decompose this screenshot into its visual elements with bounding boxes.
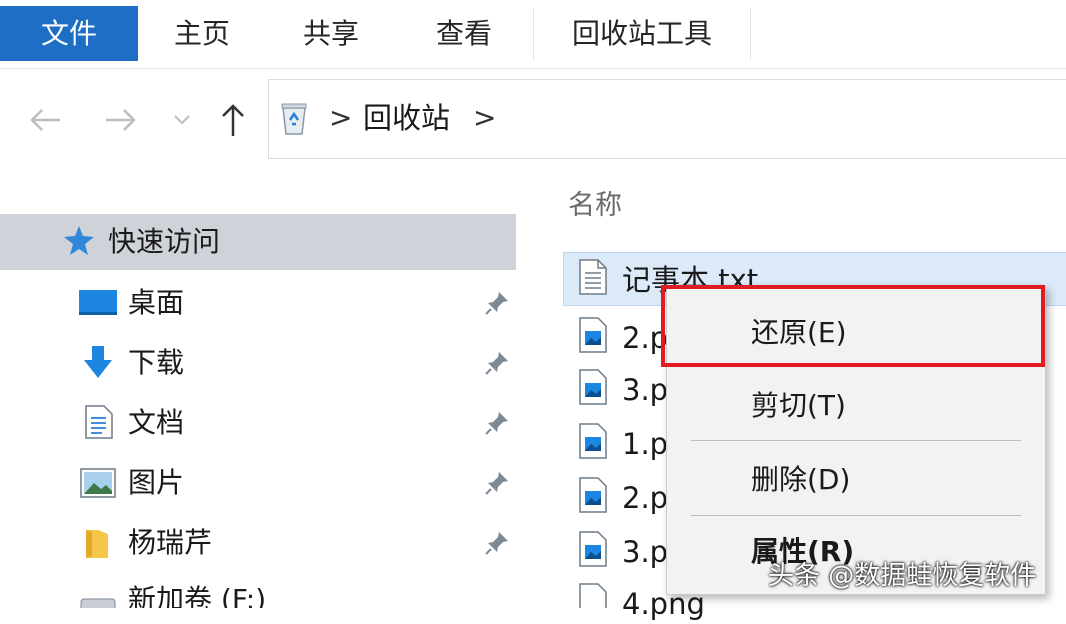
sidebar-item-pictures[interactable]: 图片 [0,454,516,512]
breadcrumb-recycle-bin[interactable]: 回收站 [363,98,450,138]
sidebar-item-label: 下载 [128,346,185,379]
forward-button[interactable] [104,100,138,149]
star-icon [62,224,96,262]
desktop-icon [78,288,118,322]
menu-item-delete[interactable]: 删除(D) [751,460,850,500]
pictures-icon [80,468,116,502]
tab-file[interactable]: 文件 [0,6,138,61]
tab-home[interactable]: 主页 [138,8,266,60]
sidebar-item-drive-f[interactable]: 新加卷 (F:) [0,574,516,608]
arrow-up-icon [222,104,244,136]
drive-icon [80,596,116,608]
address-bar[interactable]: > 回收站 > [268,79,1066,159]
address-separator[interactable]: > [473,98,496,138]
recent-locations-button[interactable] [172,100,192,149]
image-file-icon [578,368,608,410]
pin-icon[interactable] [484,290,510,316]
sidebar-item-label: 文档 [128,406,185,439]
sidebar-item-documents[interactable]: 文档 [0,394,516,452]
sidebar-item-downloads[interactable]: 下载 [0,334,516,392]
sidebar-item-label: 图片 [128,466,185,499]
image-file-icon [578,530,608,572]
pin-icon[interactable] [484,410,510,436]
ribbon: 文件 主页 共享 查看 回收站工具 [0,0,1066,69]
back-button[interactable] [28,100,62,149]
sidebar-item-label: 快速访问 [108,225,221,258]
address-separator[interactable]: > [329,98,352,138]
sidebar-item-label: 桌面 [128,286,185,319]
menu-divider [691,515,1021,516]
chevron-down-icon [174,115,190,125]
arrow-left-icon [30,109,60,131]
watermark: 头条 @数据蛙恢复软件 [768,561,1037,591]
folder-icon [84,526,110,564]
up-button[interactable] [218,100,248,149]
recycle-bin-icon [279,100,309,140]
sidebar-item-label: 新加卷 (F:) [128,583,267,608]
image-file-icon [578,582,608,608]
pin-icon[interactable] [484,470,510,496]
highlight-box [661,285,1045,367]
download-icon [80,344,116,384]
column-header-name[interactable]: 名称 [568,186,622,226]
arrow-right-icon [106,109,136,131]
menu-divider [691,440,1021,441]
menu-item-cut[interactable]: 剪切(T) [751,386,846,426]
image-file-icon [578,476,608,518]
tab-share[interactable]: 共享 [266,8,396,60]
sidebar-item-desktop[interactable]: 桌面 [0,274,516,332]
pin-icon[interactable] [484,530,510,556]
tab-view[interactable]: 查看 [396,8,532,60]
sidebar-item-folder[interactable]: 杨瑞芹 [0,514,516,572]
image-file-icon [578,316,608,358]
image-file-icon [578,422,608,464]
tab-recycle-bin-tools[interactable]: 回收站工具 [533,8,751,60]
pin-icon[interactable] [484,350,510,376]
sidebar-item-label: 杨瑞芹 [128,526,213,559]
text-file-icon [578,258,608,300]
sidebar-item-quick-access[interactable]: 快速访问 [0,214,516,270]
document-icon [84,404,114,444]
